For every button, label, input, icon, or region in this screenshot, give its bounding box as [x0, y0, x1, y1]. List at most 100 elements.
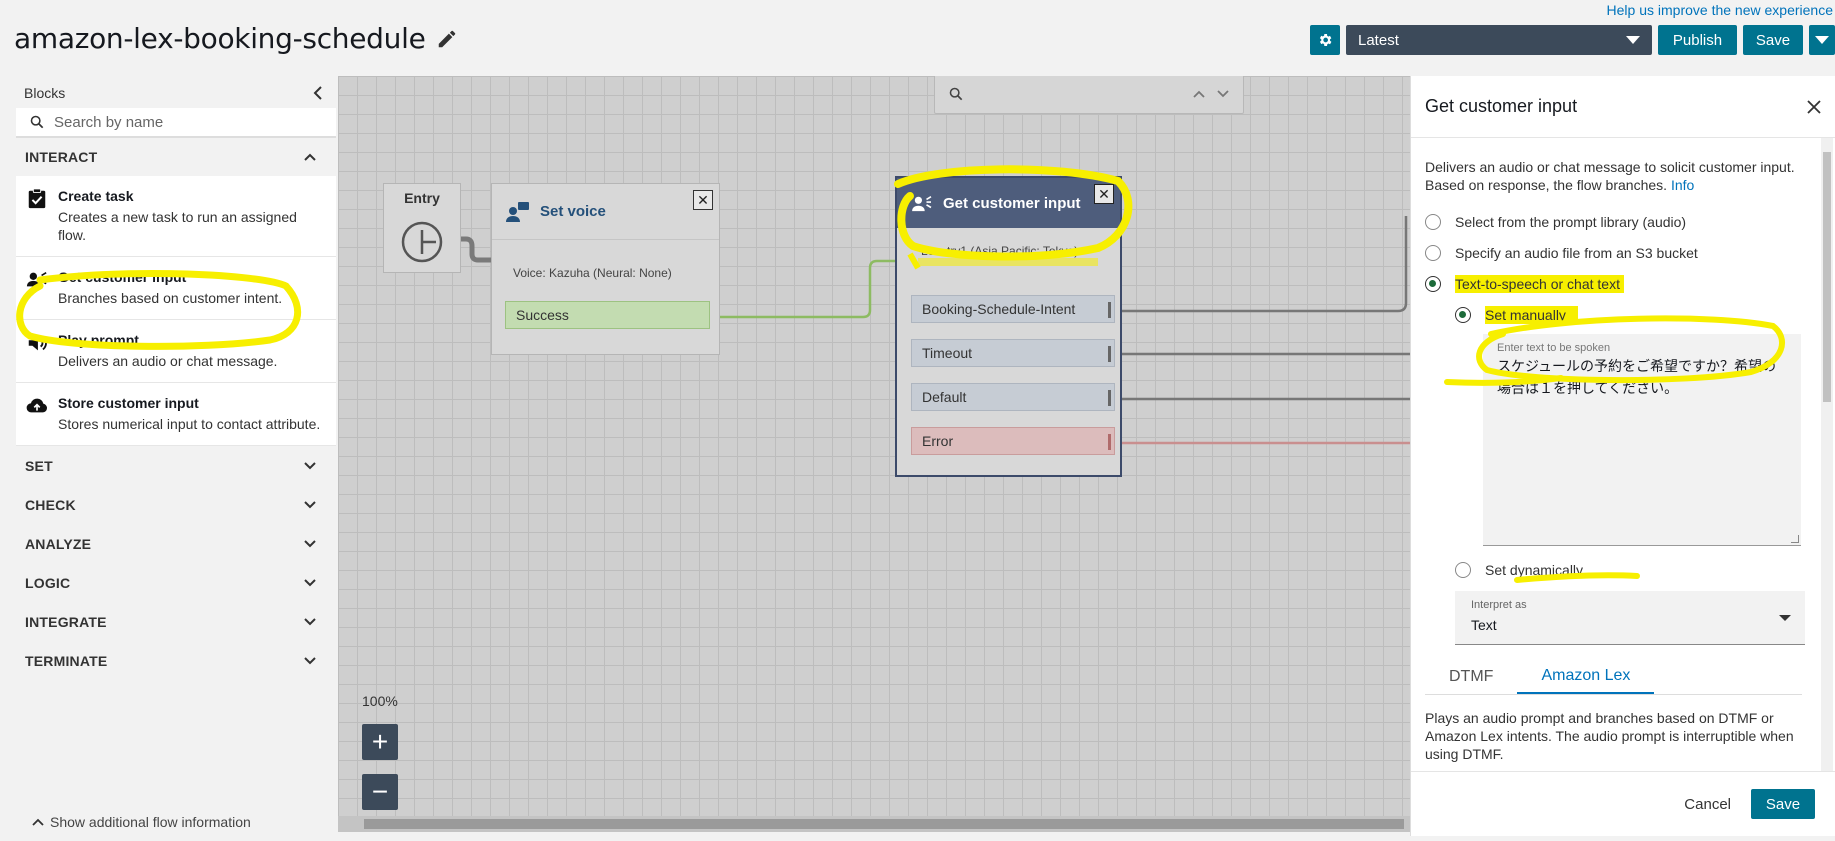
block-title: Get customer input: [58, 269, 187, 285]
radio-set-manually[interactable]: Set manually: [1425, 299, 1802, 330]
radio-label: Specify an audio file from an S3 bucket: [1455, 244, 1698, 261]
flow-title-text: amazon-lex-booking-schedule: [14, 22, 426, 55]
radio-button[interactable]: [1425, 213, 1441, 230]
branch-timeout[interactable]: Timeout: [911, 339, 1115, 367]
block-description: Delivers an audio or chat message.: [58, 353, 278, 369]
header-actions: Latest Publish Save: [1310, 25, 1835, 55]
radio-s3-audio[interactable]: Specify an audio file from an S3 bucket: [1425, 237, 1802, 268]
section-interact[interactable]: INTERACT: [16, 137, 336, 176]
zoom-in-button[interactable]: +: [362, 724, 398, 760]
save-block-button[interactable]: Save: [1751, 789, 1815, 819]
task-clipboard-icon: [28, 188, 46, 209]
cloud-upload-icon: [26, 398, 47, 413]
scrollbar-thumb[interactable]: [364, 819, 1404, 829]
branch-error[interactable]: Error: [911, 427, 1115, 455]
blocks-search-input[interactable]: Search by name: [54, 114, 163, 131]
version-select[interactable]: Latest: [1346, 25, 1652, 55]
chevron-down-icon: [304, 539, 316, 547]
section-terminate[interactable]: TERMINATE: [16, 641, 336, 680]
show-flow-info-label: Show additional flow information: [50, 814, 251, 830]
section-set-label: SET: [25, 457, 53, 474]
branch-port[interactable]: [1108, 346, 1111, 362]
properties-footer: Cancel Save: [1411, 771, 1835, 836]
chevron-up-icon: [304, 153, 316, 161]
text-field-value[interactable]: スケジュールの予約をご希望ですか？希望の場合は１を押してください。: [1497, 356, 1787, 400]
close-icon[interactable]: [1807, 99, 1821, 114]
properties-panel: Get customer input Delivers an audio or …: [1410, 76, 1835, 836]
radio-text-to-speech[interactable]: Text-to-speech or chat text: [1425, 268, 1802, 299]
block-get-customer-input[interactable]: Get customer input Branches based on cus…: [16, 257, 336, 320]
section-integrate-label: INTEGRATE: [25, 613, 107, 630]
tab-amazon-lex[interactable]: Amazon Lex: [1517, 659, 1655, 694]
entry-label: Entry: [404, 190, 440, 206]
interpret-as-select[interactable]: Interpret as Text: [1455, 591, 1805, 645]
zoom-out-button[interactable]: −: [362, 774, 398, 810]
block-title: Play prompt: [58, 332, 139, 348]
block-play-prompt[interactable]: Play prompt Delivers an audio or chat me…: [16, 320, 336, 383]
canvas-scrollbar[interactable]: [338, 816, 1410, 832]
pencil-icon[interactable]: [436, 28, 458, 50]
blocks-search[interactable]: Search by name: [16, 108, 336, 137]
chevron-down-icon: [304, 578, 316, 586]
radio-set-dynamically[interactable]: Set dynamically: [1425, 554, 1802, 585]
branch-label: Success: [516, 307, 569, 323]
branch-label: Error: [922, 433, 954, 449]
settings-button[interactable]: [1310, 25, 1340, 55]
section-set[interactable]: SET: [16, 446, 336, 485]
radio-button[interactable]: [1455, 561, 1471, 578]
radio-button-selected[interactable]: [1425, 275, 1441, 292]
radio-button-selected[interactable]: [1455, 306, 1471, 323]
chevron-down-icon: [304, 461, 316, 469]
close-icon[interactable]: ✕: [693, 190, 713, 210]
chevron-down-icon: [304, 500, 316, 508]
branch-port[interactable]: [1108, 434, 1111, 450]
section-integrate[interactable]: INTEGRATE: [16, 602, 336, 641]
text-to-speak-field[interactable]: Enter text to be spoken スケジュールの予約をご希望ですか…: [1483, 334, 1801, 546]
section-analyze[interactable]: ANALYZE: [16, 524, 336, 563]
section-logic[interactable]: LOGIC: [16, 563, 336, 602]
get-customer-input-node[interactable]: Get customer input ✕ Lex: try1 (Asia Pac…: [895, 176, 1122, 477]
interpret-as-label: Interpret as: [1471, 599, 1527, 611]
tab-dtmf[interactable]: DTMF: [1425, 659, 1517, 694]
section-check-label: CHECK: [25, 496, 76, 513]
cancel-button[interactable]: Cancel: [1684, 796, 1731, 813]
gear-icon: [1319, 34, 1332, 46]
publish-button[interactable]: Publish: [1658, 25, 1737, 55]
customer-input-icon: [26, 271, 47, 287]
lex-bot-detail: Lex: try1 (Asia Pacific: Tokyo): [921, 244, 1079, 258]
entry-node[interactable]: Entry: [383, 183, 461, 273]
branch-port[interactable]: [1108, 390, 1111, 406]
branch-label: Default: [922, 389, 967, 405]
branch-label: Timeout: [922, 345, 973, 361]
flow-canvas[interactable]: Entry Set voice ✕ Voice: Kazuha (Neural:…: [338, 76, 1410, 832]
info-link[interactable]: Info: [1671, 177, 1694, 193]
collapse-panel-icon[interactable]: [312, 85, 324, 100]
input-type-tabs: DTMF Amazon Lex: [1425, 659, 1802, 695]
save-options-button[interactable]: [1809, 25, 1835, 55]
scrollbar-thumb[interactable]: [1823, 152, 1831, 402]
block-create-task[interactable]: Create task Creates a new task to run an…: [16, 176, 336, 257]
resize-handle-icon[interactable]: [1791, 535, 1799, 543]
customer-input-icon: [912, 196, 932, 212]
help-improve-link[interactable]: Help us improve the new experience: [1607, 2, 1833, 18]
block-store-customer-input[interactable]: Store customer input Stores numerical in…: [16, 383, 336, 446]
section-check[interactable]: CHECK: [16, 485, 336, 524]
zoom-level: 100%: [362, 693, 398, 709]
close-icon[interactable]: ✕: [1094, 184, 1114, 204]
branch-port[interactable]: [1108, 302, 1111, 318]
radio-prompt-library[interactable]: Select from the prompt library (audio): [1425, 206, 1802, 237]
branch-booking-schedule-intent[interactable]: Booking-Schedule-Intent: [911, 295, 1115, 323]
version-value: Latest: [1358, 31, 1399, 49]
set-voice-node[interactable]: Set voice ✕ Voice: Kazuha (Neural: None)…: [491, 183, 720, 355]
properties-scrollbar[interactable]: [1821, 138, 1833, 771]
save-button[interactable]: Save: [1743, 25, 1803, 55]
branch-default[interactable]: Default: [911, 383, 1115, 411]
radio-button[interactable]: [1425, 244, 1441, 261]
show-flow-info-toggle[interactable]: Show additional flow information: [32, 814, 251, 830]
blocks-title: Blocks: [24, 84, 66, 101]
interpret-as-value: Text: [1471, 617, 1497, 633]
properties-header: Get customer input: [1411, 76, 1835, 138]
branch-success[interactable]: Success: [505, 301, 710, 329]
section-terminate-label: TERMINATE: [25, 652, 108, 669]
speaker-icon: [28, 335, 47, 351]
